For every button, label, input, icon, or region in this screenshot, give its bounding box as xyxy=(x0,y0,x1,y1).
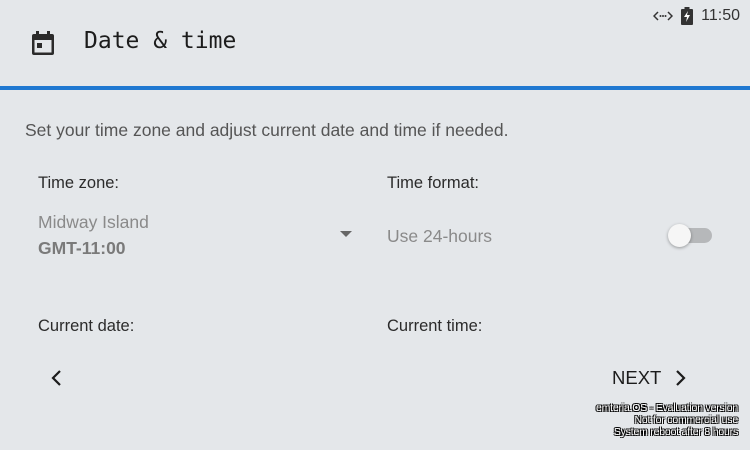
next-button[interactable]: NEXT xyxy=(612,362,712,394)
page-title: Date & time xyxy=(84,28,237,54)
watermark-line: System reboot after 8 hours xyxy=(613,426,738,438)
time-format-label: Time format: xyxy=(387,174,479,192)
use-24-hours-switch[interactable] xyxy=(668,222,714,248)
back-button[interactable] xyxy=(38,362,74,394)
evaluation-watermark: emteria.OS - Evaluation version Not for … xyxy=(596,402,738,438)
watermark-line: Not for commercial use xyxy=(634,414,738,426)
header: Date & time xyxy=(0,0,750,90)
chevron-right-icon xyxy=(676,370,686,386)
time-zone-offset: GMT-11:00 xyxy=(38,238,126,258)
chevron-left-icon xyxy=(51,370,61,386)
use-24-hours-label: Use 24-hours xyxy=(387,226,493,246)
current-date-label: Current date: xyxy=(38,317,135,335)
watermark-line: emteria.OS - Evaluation version xyxy=(595,402,738,414)
time-zone-name: Midway Island xyxy=(38,212,149,232)
dropdown-caret-icon[interactable] xyxy=(340,231,352,237)
intro-text: Set your time zone and adjust current da… xyxy=(25,120,509,140)
current-time-label: Current time: xyxy=(387,317,483,335)
next-label: NEXT xyxy=(612,367,662,388)
switch-thumb[interactable] xyxy=(668,224,691,247)
time-zone-label: Time zone: xyxy=(38,174,120,192)
calendar-icon xyxy=(32,31,54,55)
